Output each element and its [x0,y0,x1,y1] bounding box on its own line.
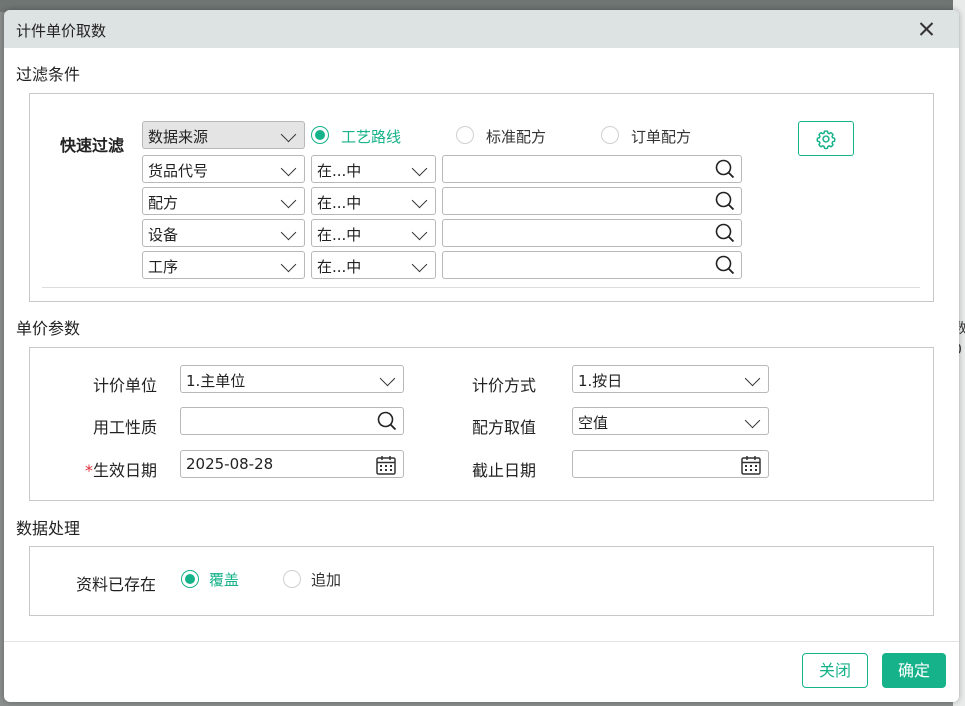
radio-order-formula-label: 订单配方 [631,128,692,146]
required-mark: * [85,461,93,480]
labor-type-label: 用工性质 [93,418,158,437]
filter-field-value: 货品代号 [148,162,209,180]
chevron-down-icon [411,256,428,273]
chevron-down-icon [280,192,297,209]
filter-value-input[interactable] [442,187,742,215]
radio-route-label: 工艺路线 [341,128,402,146]
chevron-down-icon [280,160,297,177]
processing-section-title: 数据处理 [16,519,81,538]
filter-operator-select[interactable]: 在...中 [311,187,436,215]
price-unit-value: 1.主单位 [186,372,246,390]
radio-standard-formula[interactable] [456,126,474,144]
price-method-value: 1.按日 [578,372,623,390]
calendar-icon[interactable] [375,454,397,476]
filter-divider [42,287,920,288]
filter-operator-select[interactable]: 在...中 [311,219,436,247]
radio-order-formula[interactable] [601,126,619,144]
gear-icon [816,130,836,150]
close-icon[interactable] [915,17,939,41]
chevron-down-icon [280,126,297,143]
filter-operator-value: 在...中 [317,258,362,276]
price-fetch-dialog: 计件单价取数 过滤条件 快速过滤 数据来源 工艺路线 标准配方 订单配方 货品代… [4,10,959,702]
price-method-label: 计价方式 [472,376,537,395]
filter-operator-value: 在...中 [317,162,362,180]
radio-overwrite[interactable] [181,570,199,588]
effective-date-value: 2025-08-28 [186,455,274,473]
price-method-select[interactable]: 1.按日 [572,365,769,393]
chevron-down-icon [379,370,396,387]
formula-value-value: 空值 [578,414,609,432]
chevron-down-icon [280,224,297,241]
effective-date-label-text: 生效日期 [93,461,158,480]
radio-standard-formula-label: 标准配方 [486,128,547,146]
dialog-title: 计件单价取数 [16,22,107,40]
filter-field-value: 工序 [148,258,179,276]
chevron-down-icon [411,192,428,209]
price-unit-label: 计价单位 [93,376,158,395]
quick-filter-label: 快速过滤 [60,136,125,155]
data-source-select[interactable]: 数据来源 [142,121,305,149]
processing-box [29,546,934,616]
filter-field-select[interactable]: 货品代号 [142,155,305,183]
dialog-title-bar: 计件单价取数 [4,10,959,48]
filter-value-input[interactable] [442,155,742,183]
radio-append[interactable] [283,570,301,588]
search-icon[interactable] [715,159,735,179]
footer-divider [4,641,959,642]
formula-value-label: 配方取值 [472,418,537,437]
filter-value-input[interactable] [442,251,742,279]
search-icon[interactable] [715,223,735,243]
formula-value-select[interactable]: 空值 [572,407,769,435]
chevron-down-icon [744,370,761,387]
filter-section-title: 过滤条件 [16,65,81,84]
chevron-down-icon [280,256,297,273]
search-icon[interactable] [715,255,735,275]
filter-field-select[interactable]: 设备 [142,219,305,247]
filter-field-select[interactable]: 配方 [142,187,305,215]
filter-value-input[interactable] [442,219,742,247]
end-date-input[interactable] [572,450,769,478]
chevron-down-icon [411,160,428,177]
chevron-down-icon [744,412,761,429]
price-section-title: 单价参数 [16,319,81,338]
end-date-label: 截止日期 [472,461,537,480]
calendar-icon[interactable] [740,454,762,476]
confirm-button[interactable]: 确定 [882,653,946,688]
filter-field-value: 设备 [148,226,179,244]
chevron-down-icon [411,224,428,241]
labor-type-input[interactable] [180,407,404,435]
effective-date-label: *生效日期 [85,457,157,481]
search-icon[interactable] [377,411,397,431]
radio-append-label: 追加 [311,571,342,589]
filter-field-select[interactable]: 工序 [142,251,305,279]
search-icon[interactable] [715,191,735,211]
filter-operator-value: 在...中 [317,226,362,244]
radio-overwrite-label: 覆盖 [209,571,240,589]
filter-field-value: 配方 [148,194,179,212]
effective-date-input[interactable]: 2025-08-28 [180,450,404,478]
data-source-value: 数据来源 [148,128,209,146]
close-button[interactable]: 关闭 [802,653,868,688]
filter-operator-value: 在...中 [317,194,362,212]
price-unit-select[interactable]: 1.主单位 [180,365,404,393]
radio-route[interactable] [311,126,329,144]
record-exists-label: 资料已存在 [76,575,157,594]
filter-operator-select[interactable]: 在...中 [311,155,436,183]
filter-operator-select[interactable]: 在...中 [311,251,436,279]
filter-settings-button[interactable] [798,121,854,156]
